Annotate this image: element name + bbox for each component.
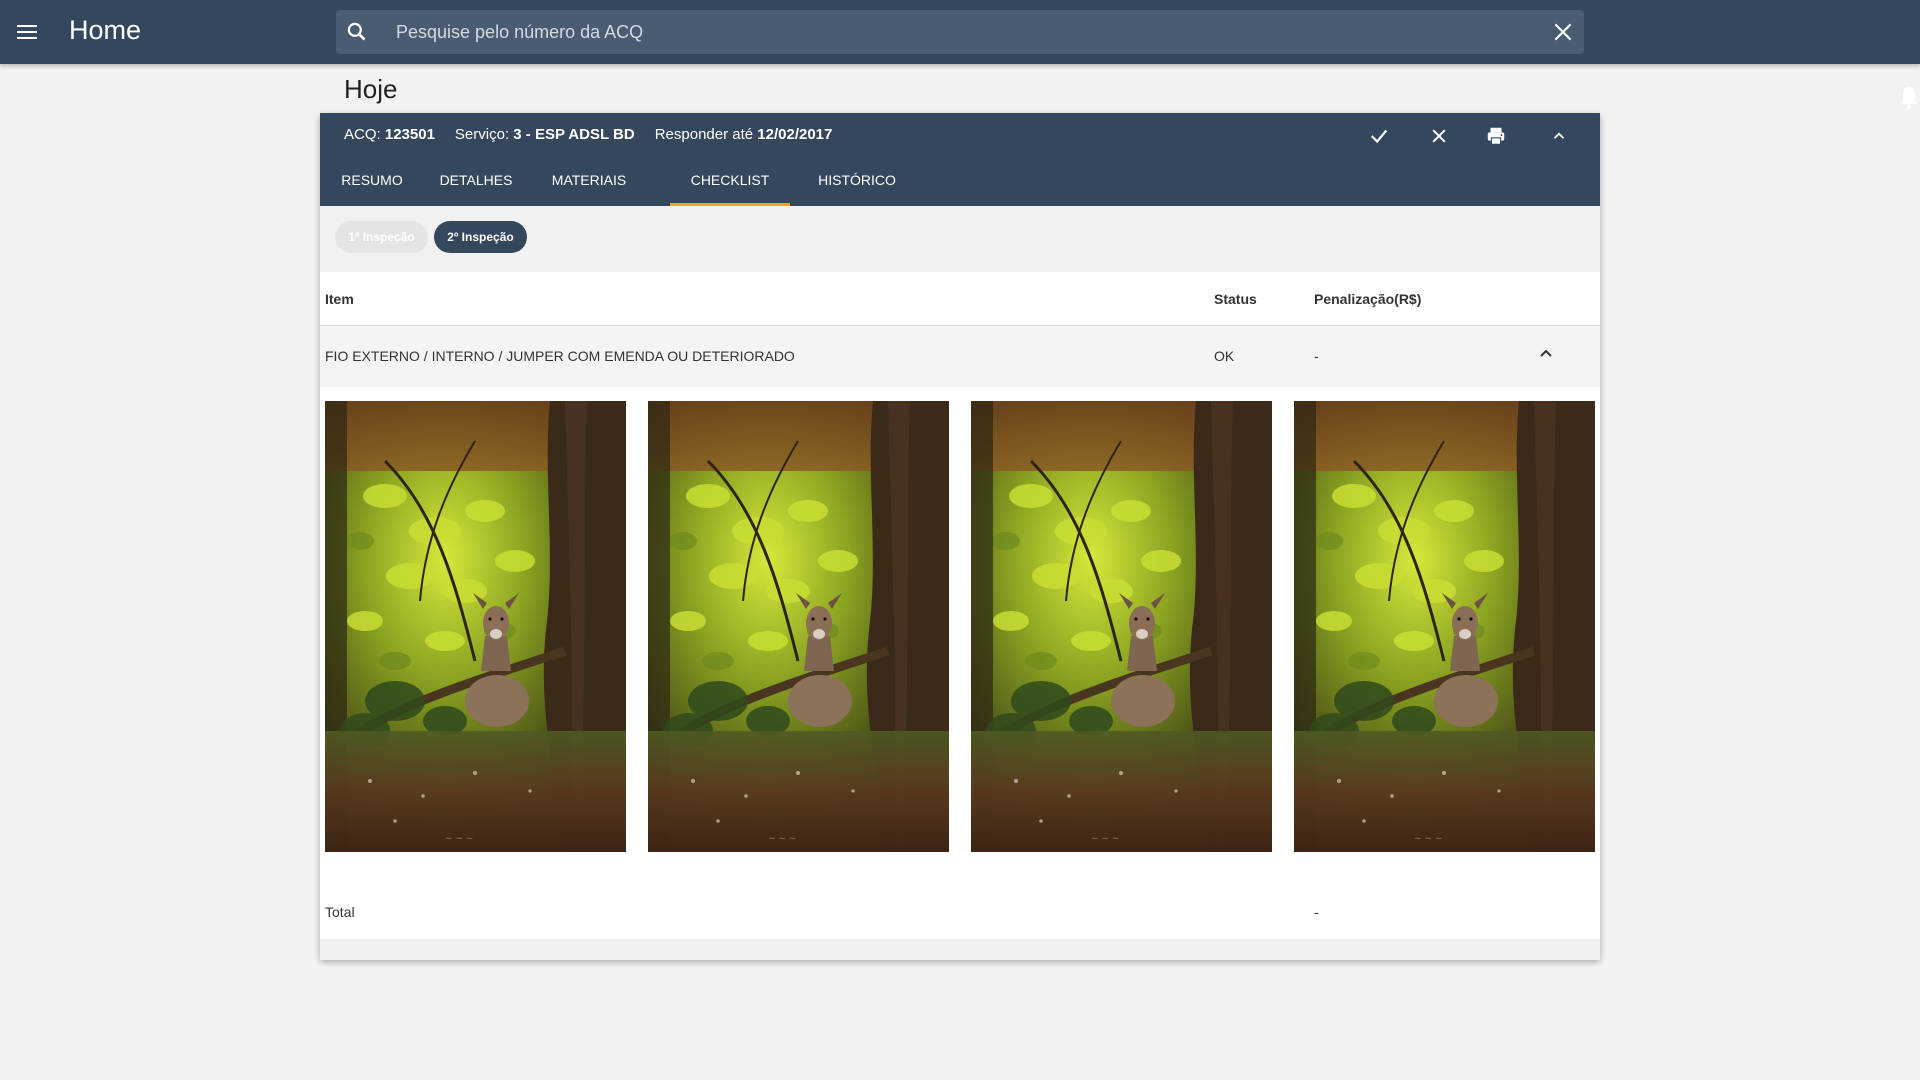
column-header-status: Status xyxy=(1214,291,1257,307)
print-icon[interactable] xyxy=(1481,121,1511,151)
inspection-chip-2[interactable]: 2º Inspeção xyxy=(434,221,527,253)
row-penalty: - xyxy=(1314,348,1319,364)
search-bar xyxy=(336,10,1584,54)
close-icon[interactable] xyxy=(1550,19,1576,45)
check-icon[interactable] xyxy=(1364,121,1394,151)
acq-service: Serviço: 3 - ESP ADSL BD xyxy=(454,126,635,143)
acq-card: ACQ: 123501 Serviço: 3 - ESP ADSL BD Res… xyxy=(320,113,1600,960)
chevron-up-icon[interactable] xyxy=(1544,121,1574,151)
row-status: OK xyxy=(1214,348,1235,364)
table-row[interactable]: FIO EXTERNO / INTERNO / JUMPER COM EMEND… xyxy=(320,326,1600,387)
section-title: Hoje xyxy=(344,74,398,104)
inspection-photo[interactable] xyxy=(1294,401,1595,852)
tab-detalhes[interactable]: DETALHES xyxy=(424,159,528,206)
close-icon[interactable] xyxy=(1424,121,1454,151)
bell-icon[interactable] xyxy=(1898,84,1920,110)
inspection-photo[interactable] xyxy=(648,401,949,852)
app-title: Home xyxy=(69,15,142,45)
tab-materiais[interactable]: MATERIAIS xyxy=(528,159,650,206)
row-item: FIO EXTERNO / INTERNO / JUMPER COM EMEND… xyxy=(325,348,795,364)
column-header-item: Item xyxy=(325,291,354,307)
inspection-chip-1[interactable]: 1ª Inspeção xyxy=(335,221,428,253)
acq-info: ACQ: 123501 Serviço: 3 - ESP ADSL BD Res… xyxy=(344,126,832,143)
acq-number: ACQ: 123501 xyxy=(344,126,435,143)
column-header-penalty: Penalização(R$) xyxy=(1314,291,1422,307)
app-bar: Home xyxy=(0,0,1920,64)
inspection-photo[interactable] xyxy=(325,401,626,852)
tab-historico[interactable]: HISTÓRICO xyxy=(796,159,918,206)
card-footer xyxy=(320,939,1600,960)
search-input[interactable] xyxy=(396,10,1506,54)
inspection-selector: 1ª Inspeção 2º Inspeção xyxy=(320,206,1600,272)
inspection-photo[interactable] xyxy=(971,401,1272,852)
tab-checklist[interactable]: CHECKLIST xyxy=(670,159,790,206)
total-value: - xyxy=(1314,904,1319,920)
acq-deadline: Responder até 12/02/2017 xyxy=(654,126,833,143)
card-header: ACQ: 123501 Serviço: 3 - ESP ADSL BD Res… xyxy=(320,113,1600,206)
total-label: Total xyxy=(325,904,355,920)
menu-icon[interactable] xyxy=(12,14,42,50)
search-icon[interactable] xyxy=(344,19,370,45)
chevron-up-icon[interactable] xyxy=(1534,342,1558,366)
tab-resumo[interactable]: RESUMO xyxy=(320,159,424,206)
